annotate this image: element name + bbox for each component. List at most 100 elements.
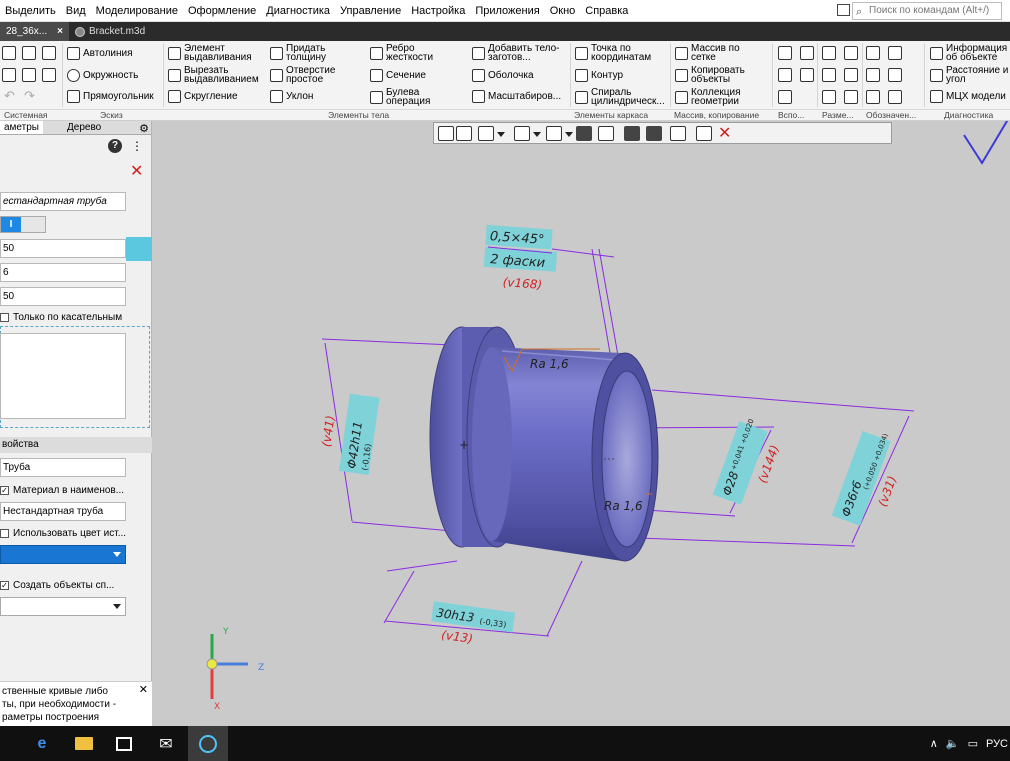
base-icon[interactable] (866, 68, 880, 82)
tree-icon[interactable]: ⋮ (131, 139, 143, 153)
name-field[interactable]: Нестандартная труба (0, 502, 126, 521)
close-icon[interactable]: ✕ (130, 161, 143, 181)
copy-objects-button[interactable]: Копировать объекты (675, 66, 761, 85)
menu-applications[interactable]: Приложения (470, 0, 544, 22)
scale-button[interactable]: Масштабиров... (472, 90, 561, 103)
rib-button[interactable]: Ребро жесткости (370, 44, 441, 63)
aux-line-icon[interactable] (778, 90, 792, 104)
gear-icon[interactable]: ⚙ (139, 122, 149, 135)
objects-list[interactable] (0, 333, 126, 419)
mode-toggle[interactable]: I (0, 216, 46, 233)
menu-window[interactable]: Окно (545, 0, 581, 22)
close-tab-icon[interactable]: × (57, 22, 63, 41)
undo-icon[interactable]: ↶ (4, 88, 15, 104)
redo-icon[interactable]: ↷ (24, 88, 35, 104)
add-body-button[interactable]: Добавить тело-заготов... (472, 44, 568, 63)
rectangle-button[interactable]: Прямоугольник (67, 90, 154, 103)
group-body-elements: Элементы тела (328, 110, 390, 120)
file-explorer-icon[interactable] (64, 726, 104, 761)
use-source-color-checkbox[interactable]: Использовать цвет ист... (0, 528, 126, 539)
leader-icon[interactable] (888, 46, 902, 60)
language-indicator[interactable]: РУС (986, 738, 1008, 750)
diameter-dim-icon[interactable] (844, 68, 858, 82)
extrude-icon (168, 46, 181, 60)
auto-dim-icon[interactable] (822, 90, 836, 104)
kompas-app-icon[interactable] (188, 726, 228, 761)
grid-array-button[interactable]: Массив по сетке (675, 44, 761, 63)
command-search-input[interactable]: ⌕ Поиск по командам (Alt+/) (852, 2, 1002, 20)
new-file-icon[interactable] (2, 46, 16, 60)
draft-button[interactable]: Уклон (270, 90, 313, 103)
param-field-2[interactable]: 6 (0, 263, 126, 282)
distance-angle-button[interactable]: Расстояние и угол (930, 66, 1010, 85)
material-in-name-checkbox[interactable]: ✓ Материал в наименов... (0, 485, 124, 496)
section-button[interactable]: Сечение (370, 69, 426, 82)
aux-point-icon[interactable] (778, 68, 792, 82)
properties-icon[interactable] (42, 68, 56, 82)
designation-field[interactable]: Труба (0, 458, 126, 477)
menu-diagnostics[interactable]: Диагностика (261, 0, 335, 22)
fillet-button[interactable]: Скругление (168, 90, 238, 103)
edge-browser-icon[interactable]: e (22, 726, 62, 761)
object-info-button[interactable]: Информация об объекте (930, 44, 1010, 63)
print-icon[interactable] (2, 68, 16, 82)
help-icon[interactable]: ? (108, 139, 122, 153)
start-edge[interactable] (0, 726, 18, 761)
tab-current-document[interactable]: 28_36x... × (0, 22, 69, 41)
save-icon[interactable] (42, 46, 56, 60)
menu-select[interactable]: Выделить (0, 0, 61, 22)
simple-hole-button[interactable]: Отверстие простое (270, 66, 341, 85)
param-field-3[interactable]: 50 (0, 287, 126, 306)
tab-parameters[interactable]: аметры (0, 121, 43, 134)
autoline-button[interactable]: Автолиния (67, 47, 133, 60)
show-hidden-icons[interactable]: ∧ (930, 737, 938, 750)
preview-icon[interactable] (22, 68, 36, 82)
mass-props-button[interactable]: МЦХ модели (930, 90, 1006, 103)
only-tangent-checkbox[interactable]: Только по касательным (0, 312, 122, 323)
cut-extrude-button[interactable]: Вырезать выдавливанием (168, 66, 264, 85)
mail-icon[interactable]: ✉ (146, 726, 186, 761)
contour-button[interactable]: Контур (575, 69, 623, 82)
color-select[interactable] (0, 545, 126, 564)
dim-edit-icon[interactable] (844, 90, 858, 104)
create-objects-checkbox[interactable]: ✓ Создать объекты сп... (0, 580, 114, 591)
menu-settings[interactable]: Настройка (406, 0, 470, 22)
circle-button[interactable]: Окружность (67, 69, 138, 82)
network-icon[interactable]: ▭ (968, 737, 978, 750)
menu-modeling[interactable]: Моделирование (91, 0, 183, 22)
boolean-button[interactable]: Булева операция (370, 88, 441, 107)
mark-icon[interactable] (866, 90, 880, 104)
param-field-1[interactable]: 50 (0, 239, 126, 258)
properties-header[interactable]: войства (0, 437, 152, 453)
thicken-button[interactable]: Придать толщину (270, 44, 341, 63)
helix-button[interactable]: Спираль цилиндрическ... (575, 88, 666, 107)
open-folder-icon[interactable] (22, 46, 36, 60)
menu-view[interactable]: Вид (61, 0, 91, 22)
text-icon[interactable] (888, 90, 902, 104)
tab-tree[interactable]: Дерево (63, 121, 105, 134)
sleeve-shadow (472, 347, 512, 541)
tolerance-icon[interactable] (888, 68, 902, 82)
roughness-icon[interactable] (866, 46, 880, 60)
store-icon[interactable] (104, 726, 144, 761)
menu-management[interactable]: Управление (335, 0, 406, 22)
aux-plane-icon[interactable] (778, 46, 792, 60)
object-name-field[interactable]: естандартная труба (0, 192, 126, 211)
objects-method-select[interactable] (0, 597, 126, 616)
extrude-button[interactable]: Элемент выдавливания (168, 44, 254, 63)
model-viewport[interactable]: ✕ + Ra 1,6 Ra 1,6 0,5×45° 2 фаски (v168)… (152, 121, 1010, 726)
radial-dim-icon[interactable] (844, 46, 858, 60)
menu-help[interactable]: Справка (580, 0, 633, 22)
angular-dim-icon[interactable] (822, 68, 836, 82)
geometry-collection-button[interactable]: Коллекция геометрии (675, 88, 761, 107)
window-layout-icon[interactable] (837, 4, 850, 16)
linear-dim-icon[interactable] (822, 46, 836, 60)
shell-button[interactable]: Оболочка (472, 69, 534, 82)
menu-design[interactable]: Оформление (183, 0, 261, 22)
aux-cs-icon[interactable] (800, 68, 814, 82)
tab-bracket[interactable]: Bracket.m3d (69, 22, 151, 41)
close-hint-icon[interactable]: ✕ (139, 684, 148, 697)
point-by-coords-button[interactable]: Точка по координатам (575, 44, 666, 63)
volume-icon[interactable]: 🔈 (946, 737, 960, 750)
aux-axis-icon[interactable] (800, 46, 814, 60)
